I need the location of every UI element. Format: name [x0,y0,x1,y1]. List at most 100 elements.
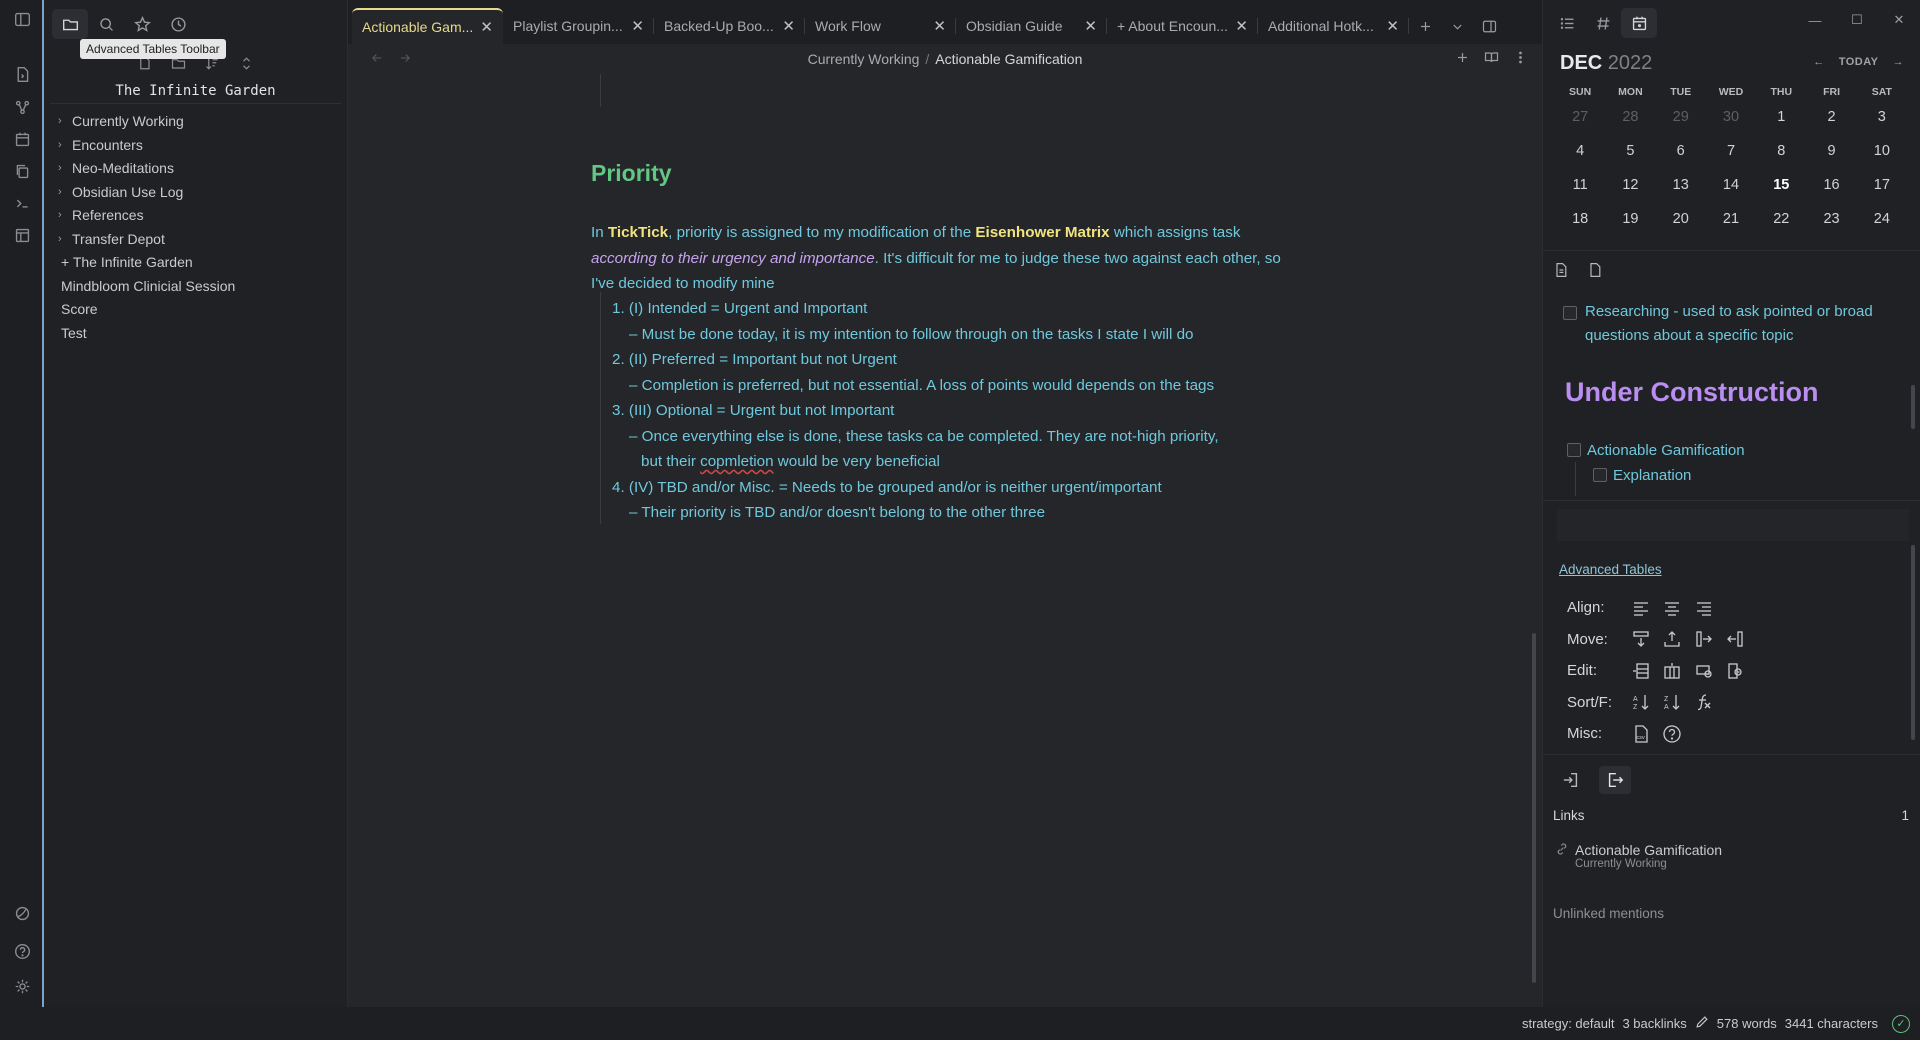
advanced-tables-title[interactable]: Advanced Tables [1559,562,1662,577]
reading-view-icon[interactable] [1484,50,1499,68]
move-column-right-icon[interactable] [1688,626,1720,652]
outline-icon[interactable] [1549,8,1585,38]
calendar-day[interactable]: 6 [1656,134,1706,168]
formula-icon[interactable] [1688,689,1720,715]
calendar-day[interactable]: 22 [1756,202,1806,236]
tab-about-encounters[interactable]: + About Encoun... ✕ [1107,8,1258,44]
move-column-left-icon[interactable] [1720,626,1752,652]
today-button[interactable]: TODAY [1839,56,1879,68]
status-backlinks[interactable]: 3 backlinks [1622,1016,1686,1031]
star-icon[interactable] [124,9,160,39]
close-icon[interactable]: ✕ [1235,17,1248,35]
unlinked-mentions[interactable]: Unlinked mentions [1553,906,1664,921]
vault-title[interactable]: The Infinite Garden [50,78,341,104]
delete-column-icon[interactable] [1720,658,1752,684]
tab-additional-hotkeys[interactable]: Additional Hotk... ✕ [1258,8,1409,44]
calendar-day[interactable]: 3 [1857,100,1907,134]
calendar-day[interactable]: 10 [1857,134,1907,168]
insert-row-icon[interactable] [1625,658,1657,684]
help-circle-icon[interactable] [1657,721,1689,747]
link-item[interactable]: Actionable Gamification Currently Workin… [1555,842,1722,870]
breadcrumb-current[interactable]: Actionable Gamification [935,51,1082,67]
help-icon[interactable] [12,941,32,961]
calendar-day[interactable]: 23 [1806,202,1856,236]
tab-playlist-grouping[interactable]: Playlist Groupin... ✕ [503,8,654,44]
open-file-icon[interactable] [12,64,32,84]
insert-column-icon[interactable] [1657,658,1689,684]
status-strategy[interactable]: strategy: default [1522,1016,1615,1031]
tree-folder-obsidian-use-log[interactable]: › Obsidian Use Log [44,181,347,205]
calendar-day[interactable]: 29 [1656,100,1706,134]
plus-icon[interactable] [1455,50,1470,68]
graph-view-icon[interactable] [12,97,32,117]
vault-switcher-icon[interactable] [12,903,32,923]
more-options-icon[interactable] [1513,50,1528,68]
search-icon[interactable] [88,9,124,39]
file-icon[interactable] [1587,262,1603,281]
panel-scrollbar[interactable] [1911,545,1915,740]
calendar-day[interactable]: 19 [1605,202,1655,236]
calendar-day[interactable]: 7 [1706,134,1756,168]
tree-file-mindbloom[interactable]: Mindbloom Clinicial Session [44,275,347,299]
calendar-day[interactable]: 11 [1555,168,1605,202]
tree-folder-encounters[interactable]: › Encounters [44,134,347,158]
arrow-right-icon[interactable]: → [1893,56,1905,68]
close-window-icon[interactable]: ✕ [1878,0,1920,40]
task-checkbox[interactable] [1563,306,1577,320]
maximize-icon[interactable]: ☐ [1836,0,1878,40]
calendar-day[interactable]: 2 [1806,100,1856,134]
delete-row-icon[interactable] [1688,658,1720,684]
tab-backed-up-books[interactable]: Backed-Up Boo... ✕ [654,8,805,44]
calendar-day[interactable]: 4 [1555,134,1605,168]
calendar-day[interactable]: 13 [1656,168,1706,202]
calendar-day-today[interactable]: 15 [1756,168,1806,202]
task-checkbox[interactable] [1567,443,1581,457]
close-icon[interactable]: ✕ [1084,17,1097,35]
tree-file-score[interactable]: Score [44,298,347,322]
tree-folder-neo-meditations[interactable]: › Neo-Meditations [44,157,347,181]
preview-scrollbar[interactable] [1911,385,1915,429]
right-sidebar-toggle-icon[interactable] [1473,8,1505,44]
backlinks-icon[interactable] [1555,766,1587,794]
calendar-day[interactable]: 8 [1756,134,1806,168]
calendar-icon[interactable] [12,129,32,149]
tree-file-infinite-garden[interactable]: + The Infinite Garden [44,251,347,275]
calendar-day[interactable]: 24 [1857,202,1907,236]
file-filled-icon[interactable] [1553,262,1569,281]
close-icon[interactable]: ✕ [782,17,795,35]
move-row-up-icon[interactable] [1657,626,1689,652]
breadcrumb-parent[interactable]: Currently Working [808,51,920,67]
calendar-day[interactable]: 21 [1706,202,1756,236]
calendar-day[interactable]: 12 [1605,168,1655,202]
template-icon[interactable] [12,225,32,245]
pencil-icon[interactable] [1695,1015,1709,1032]
move-row-down-icon[interactable] [1625,626,1657,652]
close-icon[interactable]: ✕ [480,18,493,36]
terminal-icon[interactable] [12,193,32,213]
calendar-day[interactable]: 9 [1806,134,1856,168]
calendar-day[interactable]: 16 [1806,168,1856,202]
tab-obsidian-guide[interactable]: Obsidian Guide ✕ [956,8,1107,44]
close-icon[interactable]: ✕ [1386,17,1399,35]
recent-files-icon[interactable] [160,9,196,39]
tree-folder-currently-working[interactable]: › Currently Working [44,110,347,134]
align-right-icon[interactable] [1688,595,1720,621]
tags-icon[interactable] [1585,8,1621,38]
editor-scrollbar[interactable] [1532,633,1536,983]
collapse-all-icon[interactable] [237,53,257,73]
sort-descending-icon[interactable]: ZA [1657,689,1689,715]
calendar-day[interactable]: 17 [1857,168,1907,202]
calendar-day[interactable]: 5 [1605,134,1655,168]
tab-actionable-gamification[interactable]: Actionable Gam... ✕ [352,8,503,44]
align-left-icon[interactable] [1625,595,1657,621]
sidebar-toggle-icon[interactable] [12,9,32,29]
calendar-day[interactable]: 20 [1656,202,1706,236]
tab-work-flow[interactable]: Work Flow ✕ [805,8,956,44]
files-tab-icon[interactable] [52,9,88,39]
calendar-day[interactable]: 28 [1605,100,1655,134]
tree-folder-transfer-depot[interactable]: › Transfer Depot [44,228,347,252]
calendar-day[interactable]: 18 [1555,202,1605,236]
settings-icon[interactable] [12,976,32,996]
calendar-tab-icon[interactable] [1621,8,1657,38]
chevron-down-icon[interactable] [1441,8,1473,44]
